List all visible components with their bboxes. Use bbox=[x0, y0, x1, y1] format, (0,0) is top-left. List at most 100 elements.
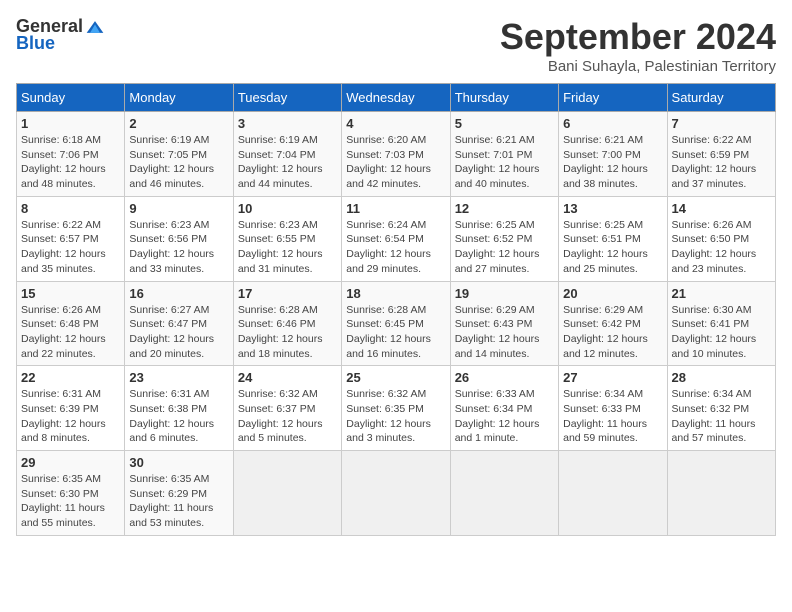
day-cell: 21 Sunrise: 6:30 AM Sunset: 6:41 PM Dayl… bbox=[667, 281, 775, 366]
day-info: Sunrise: 6:29 AM Sunset: 6:42 PM Dayligh… bbox=[563, 303, 662, 362]
day-info: Sunrise: 6:23 AM Sunset: 6:55 PM Dayligh… bbox=[238, 218, 337, 277]
daylight: Daylight: 12 hours and 5 minutes. bbox=[238, 418, 323, 445]
day-cell: 20 Sunrise: 6:29 AM Sunset: 6:42 PM Dayl… bbox=[559, 281, 667, 366]
sunrise: Sunrise: 6:30 AM bbox=[672, 304, 752, 316]
daylight: Daylight: 12 hours and 8 minutes. bbox=[21, 418, 106, 445]
sunrise: Sunrise: 6:19 AM bbox=[238, 134, 318, 146]
daylight: Daylight: 12 hours and 10 minutes. bbox=[672, 333, 757, 360]
sunset: Sunset: 7:06 PM bbox=[21, 149, 99, 161]
day-info: Sunrise: 6:19 AM Sunset: 7:04 PM Dayligh… bbox=[238, 133, 337, 192]
day-number: 23 bbox=[129, 370, 228, 385]
day-number: 20 bbox=[563, 286, 662, 301]
day-number: 1 bbox=[21, 116, 120, 131]
header-row: Sunday Monday Tuesday Wednesday Thursday… bbox=[17, 84, 776, 112]
col-thursday: Thursday bbox=[450, 84, 558, 112]
day-number: 19 bbox=[455, 286, 554, 301]
day-number: 3 bbox=[238, 116, 337, 131]
day-cell: 2 Sunrise: 6:19 AM Sunset: 7:05 PM Dayli… bbox=[125, 112, 233, 197]
sunset: Sunset: 6:32 PM bbox=[672, 403, 750, 415]
day-number: 6 bbox=[563, 116, 662, 131]
sunset: Sunset: 6:45 PM bbox=[346, 318, 424, 330]
day-info: Sunrise: 6:31 AM Sunset: 6:39 PM Dayligh… bbox=[21, 387, 120, 446]
sunrise: Sunrise: 6:31 AM bbox=[21, 388, 101, 400]
sunset: Sunset: 6:46 PM bbox=[238, 318, 316, 330]
sunset: Sunset: 6:50 PM bbox=[672, 233, 750, 245]
daylight: Daylight: 12 hours and 16 minutes. bbox=[346, 333, 431, 360]
day-info: Sunrise: 6:19 AM Sunset: 7:05 PM Dayligh… bbox=[129, 133, 228, 192]
day-info: Sunrise: 6:25 AM Sunset: 6:51 PM Dayligh… bbox=[563, 218, 662, 277]
sunrise: Sunrise: 6:31 AM bbox=[129, 388, 209, 400]
day-number: 10 bbox=[238, 201, 337, 216]
daylight: Daylight: 12 hours and 3 minutes. bbox=[346, 418, 431, 445]
day-info: Sunrise: 6:18 AM Sunset: 7:06 PM Dayligh… bbox=[21, 133, 120, 192]
sunset: Sunset: 6:56 PM bbox=[129, 233, 207, 245]
calendar-table: Sunday Monday Tuesday Wednesday Thursday… bbox=[16, 83, 776, 536]
sunrise: Sunrise: 6:23 AM bbox=[238, 219, 318, 231]
sunrise: Sunrise: 6:34 AM bbox=[672, 388, 752, 400]
day-cell: 13 Sunrise: 6:25 AM Sunset: 6:51 PM Dayl… bbox=[559, 196, 667, 281]
daylight: Daylight: 12 hours and 6 minutes. bbox=[129, 418, 214, 445]
day-info: Sunrise: 6:21 AM Sunset: 7:01 PM Dayligh… bbox=[455, 133, 554, 192]
col-tuesday: Tuesday bbox=[233, 84, 341, 112]
logo-blue: Blue bbox=[16, 33, 55, 54]
day-number: 21 bbox=[672, 286, 771, 301]
daylight: Daylight: 12 hours and 1 minute. bbox=[455, 418, 540, 445]
daylight: Daylight: 12 hours and 12 minutes. bbox=[563, 333, 648, 360]
sunrise: Sunrise: 6:18 AM bbox=[21, 134, 101, 146]
week-row-5: 29 Sunrise: 6:35 AM Sunset: 6:30 PM Dayl… bbox=[17, 451, 776, 536]
day-cell: 8 Sunrise: 6:22 AM Sunset: 6:57 PM Dayli… bbox=[17, 196, 125, 281]
sunset: Sunset: 7:00 PM bbox=[563, 149, 641, 161]
day-info: Sunrise: 6:28 AM Sunset: 6:45 PM Dayligh… bbox=[346, 303, 445, 362]
daylight: Daylight: 12 hours and 46 minutes. bbox=[129, 163, 214, 190]
day-number: 29 bbox=[21, 455, 120, 470]
sunrise: Sunrise: 6:21 AM bbox=[455, 134, 535, 146]
daylight: Daylight: 11 hours and 59 minutes. bbox=[563, 418, 647, 445]
day-number: 26 bbox=[455, 370, 554, 385]
sunrise: Sunrise: 6:34 AM bbox=[563, 388, 643, 400]
sunrise: Sunrise: 6:33 AM bbox=[455, 388, 535, 400]
day-info: Sunrise: 6:35 AM Sunset: 6:30 PM Dayligh… bbox=[21, 472, 120, 531]
day-info: Sunrise: 6:28 AM Sunset: 6:46 PM Dayligh… bbox=[238, 303, 337, 362]
day-number: 14 bbox=[672, 201, 771, 216]
day-cell bbox=[233, 451, 341, 536]
sunrise: Sunrise: 6:29 AM bbox=[563, 304, 643, 316]
day-number: 30 bbox=[129, 455, 228, 470]
sunrise: Sunrise: 6:32 AM bbox=[238, 388, 318, 400]
day-number: 5 bbox=[455, 116, 554, 131]
sunrise: Sunrise: 6:27 AM bbox=[129, 304, 209, 316]
sunrise: Sunrise: 6:23 AM bbox=[129, 219, 209, 231]
sunrise: Sunrise: 6:20 AM bbox=[346, 134, 426, 146]
day-info: Sunrise: 6:22 AM Sunset: 6:57 PM Dayligh… bbox=[21, 218, 120, 277]
month-title: September 2024 bbox=[500, 16, 776, 58]
daylight: Daylight: 12 hours and 48 minutes. bbox=[21, 163, 106, 190]
daylight: Daylight: 12 hours and 44 minutes. bbox=[238, 163, 323, 190]
sunrise: Sunrise: 6:22 AM bbox=[21, 219, 101, 231]
daylight: Daylight: 12 hours and 42 minutes. bbox=[346, 163, 431, 190]
day-cell: 9 Sunrise: 6:23 AM Sunset: 6:56 PM Dayli… bbox=[125, 196, 233, 281]
day-number: 24 bbox=[238, 370, 337, 385]
day-cell: 16 Sunrise: 6:27 AM Sunset: 6:47 PM Dayl… bbox=[125, 281, 233, 366]
sunset: Sunset: 6:34 PM bbox=[455, 403, 533, 415]
sunset: Sunset: 6:39 PM bbox=[21, 403, 99, 415]
day-number: 11 bbox=[346, 201, 445, 216]
day-cell: 22 Sunrise: 6:31 AM Sunset: 6:39 PM Dayl… bbox=[17, 366, 125, 451]
day-number: 15 bbox=[21, 286, 120, 301]
title-block: September 2024 Bani Suhayla, Palestinian… bbox=[500, 16, 776, 75]
sunset: Sunset: 6:43 PM bbox=[455, 318, 533, 330]
daylight: Daylight: 12 hours and 23 minutes. bbox=[672, 248, 757, 275]
sunset: Sunset: 6:52 PM bbox=[455, 233, 533, 245]
day-cell bbox=[342, 451, 450, 536]
day-info: Sunrise: 6:29 AM Sunset: 6:43 PM Dayligh… bbox=[455, 303, 554, 362]
daylight: Daylight: 12 hours and 38 minutes. bbox=[563, 163, 648, 190]
col-saturday: Saturday bbox=[667, 84, 775, 112]
sunset: Sunset: 6:42 PM bbox=[563, 318, 641, 330]
day-cell: 10 Sunrise: 6:23 AM Sunset: 6:55 PM Dayl… bbox=[233, 196, 341, 281]
daylight: Daylight: 12 hours and 27 minutes. bbox=[455, 248, 540, 275]
sunrise: Sunrise: 6:29 AM bbox=[455, 304, 535, 316]
daylight: Daylight: 12 hours and 29 minutes. bbox=[346, 248, 431, 275]
col-friday: Friday bbox=[559, 84, 667, 112]
sunset: Sunset: 6:54 PM bbox=[346, 233, 424, 245]
sunrise: Sunrise: 6:35 AM bbox=[21, 473, 101, 485]
daylight: Daylight: 11 hours and 57 minutes. bbox=[672, 418, 756, 445]
sunset: Sunset: 6:29 PM bbox=[129, 488, 207, 500]
